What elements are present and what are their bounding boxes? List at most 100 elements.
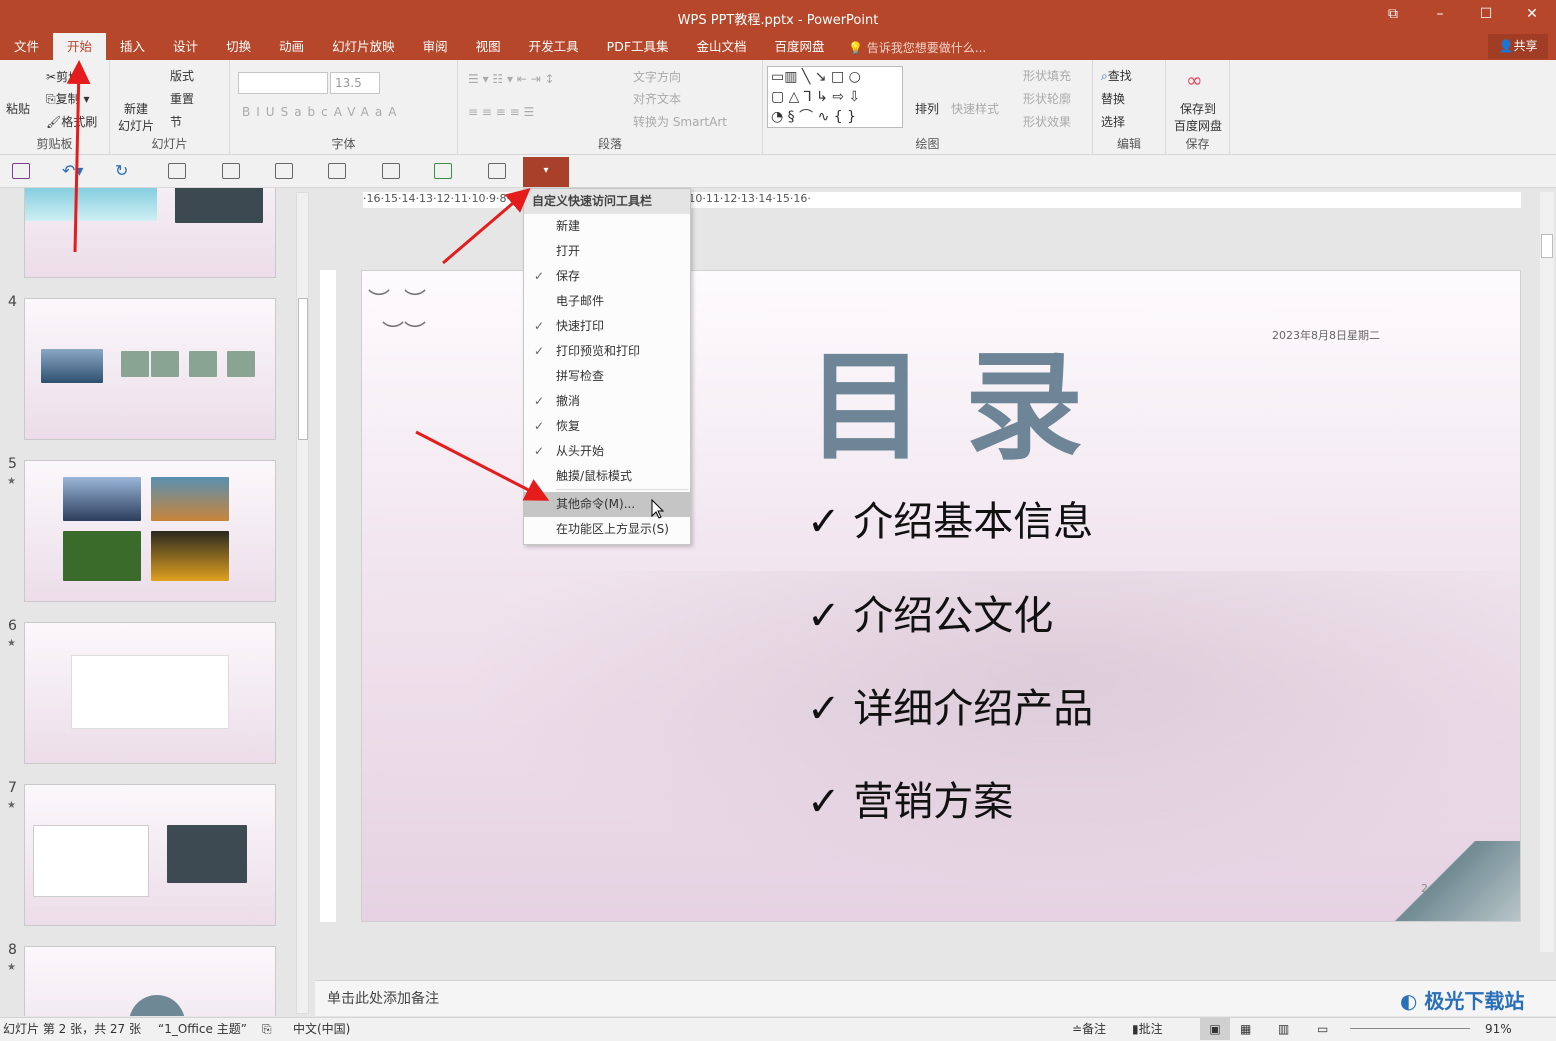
font-color-button[interactable]: A: [388, 105, 402, 119]
notes-pane[interactable]: 单击此处添加备注: [315, 980, 1556, 1016]
replace-button[interactable]: 替换: [1101, 90, 1125, 107]
thumbnail-scrollbar[interactable]: [296, 192, 309, 1014]
bold-button[interactable]: B: [242, 105, 256, 119]
present-icon[interactable]: [275, 163, 293, 179]
tab-design[interactable]: 设计: [159, 33, 212, 60]
tab-home[interactable]: 开始: [53, 33, 107, 60]
ribbon-display-button[interactable]: ⧉: [1378, 6, 1408, 22]
close-button[interactable]: ✕: [1517, 6, 1547, 22]
tab-developer[interactable]: 开发工具: [515, 33, 593, 60]
cut-button[interactable]: ✂剪切: [46, 68, 80, 85]
bullet-item[interactable]: ✓ 营销方案: [807, 769, 1013, 827]
menu-item[interactable]: ✓ 快速打印: [524, 314, 690, 339]
menu-item-more-commands[interactable]: 其他命令(M)...: [524, 492, 690, 517]
select-button[interactable]: 选择: [1101, 113, 1125, 130]
menu-item[interactable]: 电子邮件: [524, 289, 690, 314]
save-to-baidu-button[interactable]: 保存到 百度网盘: [1174, 100, 1222, 134]
underline-button[interactable]: U: [266, 105, 281, 119]
shape-fill-button[interactable]: 形状填充: [1023, 67, 1071, 84]
tab-review[interactable]: 审阅: [409, 33, 462, 60]
share-button[interactable]: 👤共享: [1488, 34, 1548, 59]
text-direction-button[interactable]: 文字方向: [633, 68, 681, 85]
zoom-slider[interactable]: [1350, 1028, 1470, 1029]
convert-smartart-button[interactable]: 转换为 SmartArt: [633, 113, 727, 130]
slide-sorter-button[interactable]: ▦: [1240, 1018, 1251, 1040]
comments-button[interactable]: ▮ 批注: [1132, 1018, 1163, 1040]
undo-icon[interactable]: ↶▾: [62, 161, 83, 180]
menu-item[interactable]: ✓ 保存: [524, 264, 690, 289]
slide-thumbnail-3[interactable]: [24, 188, 276, 278]
quick-styles-button[interactable]: 快速样式: [951, 100, 999, 117]
tab-slideshow[interactable]: 幻灯片放映: [318, 33, 409, 60]
menu-item[interactable]: 打开: [524, 239, 690, 264]
bullet-item[interactable]: ✓ 详细介绍产品: [807, 676, 1093, 734]
tab-kdocs[interactable]: 金山文档: [683, 33, 761, 60]
tell-me-search[interactable]: 💡 告诉我您想要做什么...: [848, 39, 986, 56]
menu-item[interactable]: ✓ 恢复: [524, 414, 690, 439]
slideshow-icon[interactable]: [328, 163, 346, 179]
print-preview-icon[interactable]: [382, 163, 400, 179]
shape-outline-button[interactable]: 形状轮廓: [1023, 90, 1071, 107]
zoom-level[interactable]: 91%: [1485, 1018, 1512, 1040]
language[interactable]: 中文(中国): [293, 1018, 350, 1040]
notes-button[interactable]: ≐ 备注: [1072, 1018, 1106, 1040]
redo-icon[interactable]: ↻: [115, 161, 128, 180]
strikethrough-button[interactable]: abc: [294, 105, 334, 119]
tab-pdf-tools[interactable]: PDF工具集: [593, 33, 683, 60]
change-case-button[interactable]: Aa: [361, 105, 389, 119]
shadow-button[interactable]: S: [281, 105, 295, 119]
tab-transitions[interactable]: 切换: [212, 33, 265, 60]
align-icons[interactable]: ≡ ≡ ≡ ≡ ☰: [468, 105, 534, 119]
menu-item[interactable]: ✓ 从头开始: [524, 439, 690, 464]
document-icon[interactable]: [488, 163, 506, 179]
char-spacing-button[interactable]: AV: [334, 105, 361, 119]
slide-date[interactable]: 2023年8月8日星期二: [1272, 327, 1380, 343]
slide-thumbnail-4[interactable]: [24, 298, 276, 440]
slide-title[interactable]: 目录: [807, 311, 1123, 482]
slideshow-view-button[interactable]: ▭: [1317, 1018, 1328, 1040]
tab-animations[interactable]: 动画: [265, 33, 318, 60]
italic-button[interactable]: I: [256, 105, 266, 119]
bullet-item[interactable]: ✓ 介绍基本信息: [807, 489, 1093, 547]
layout-button[interactable]: 版式: [170, 67, 194, 84]
reading-view-button[interactable]: ▥: [1278, 1018, 1289, 1040]
list-icons[interactable]: ☰ ▾ ☷ ▾ ⇤ ⇥ ↕: [468, 72, 555, 86]
scroll-thumb[interactable]: [298, 298, 308, 440]
quick-print-icon[interactable]: [434, 163, 452, 179]
menu-item[interactable]: 新建: [524, 214, 690, 239]
scroll-thumb[interactable]: [1541, 234, 1553, 258]
maximize-button[interactable]: ☐: [1471, 6, 1501, 22]
tab-view[interactable]: 视图: [462, 33, 515, 60]
find-button[interactable]: ⌕查找: [1101, 67, 1132, 84]
normal-view-button[interactable]: ▣: [1200, 1018, 1230, 1040]
shape-effects-button[interactable]: 形状效果: [1023, 113, 1071, 130]
minimize-button[interactable]: –: [1425, 6, 1455, 22]
menu-item[interactable]: 触摸/鼠标模式: [524, 464, 690, 489]
font-name-input[interactable]: [238, 72, 328, 94]
reset-button[interactable]: 重置: [170, 90, 194, 107]
copy-button[interactable]: ⎘复制 ▾: [46, 90, 89, 107]
new-slide-button[interactable]: 新建 幻灯片: [118, 100, 154, 134]
format-painter-button[interactable]: 🖌格式刷: [46, 113, 97, 130]
menu-item[interactable]: ✓ 撤消: [524, 389, 690, 414]
section-button[interactable]: 节: [170, 113, 182, 130]
spellcheck-icon[interactable]: ⎘: [262, 1018, 272, 1040]
slide-icon[interactable]: [222, 163, 240, 179]
bullet-item[interactable]: ✓ 介绍公文化: [807, 583, 1053, 641]
new-icon[interactable]: [168, 163, 186, 179]
tab-baidu-pan[interactable]: 百度网盘: [761, 33, 839, 60]
slide-thumbnail-6[interactable]: [24, 622, 276, 764]
slide-thumbnail-5[interactable]: [24, 460, 276, 602]
align-text-button[interactable]: 对齐文本: [633, 90, 681, 107]
tab-file[interactable]: 文件: [0, 33, 53, 60]
slide-scrollbar[interactable]: [1540, 192, 1554, 952]
font-size-input[interactable]: 13.5: [330, 72, 380, 94]
tab-insert[interactable]: 插入: [106, 33, 159, 60]
arrange-button[interactable]: 排列: [915, 100, 939, 117]
save-icon[interactable]: [12, 163, 30, 179]
menu-item[interactable]: ✓ 打印预览和打印: [524, 339, 690, 364]
paste-button[interactable]: 粘贴: [6, 100, 30, 117]
slide-thumbnail-7[interactable]: [24, 784, 276, 926]
font-format-buttons[interactable]: BIUSabcAVAaA: [242, 105, 402, 119]
shapes-gallery[interactable]: ▭▥ ╲ ↘ □ ○ ▢ △ ⅂ ↳ ⇨ ⇩ ◔ § ⌒ ∿ { }: [767, 66, 903, 128]
